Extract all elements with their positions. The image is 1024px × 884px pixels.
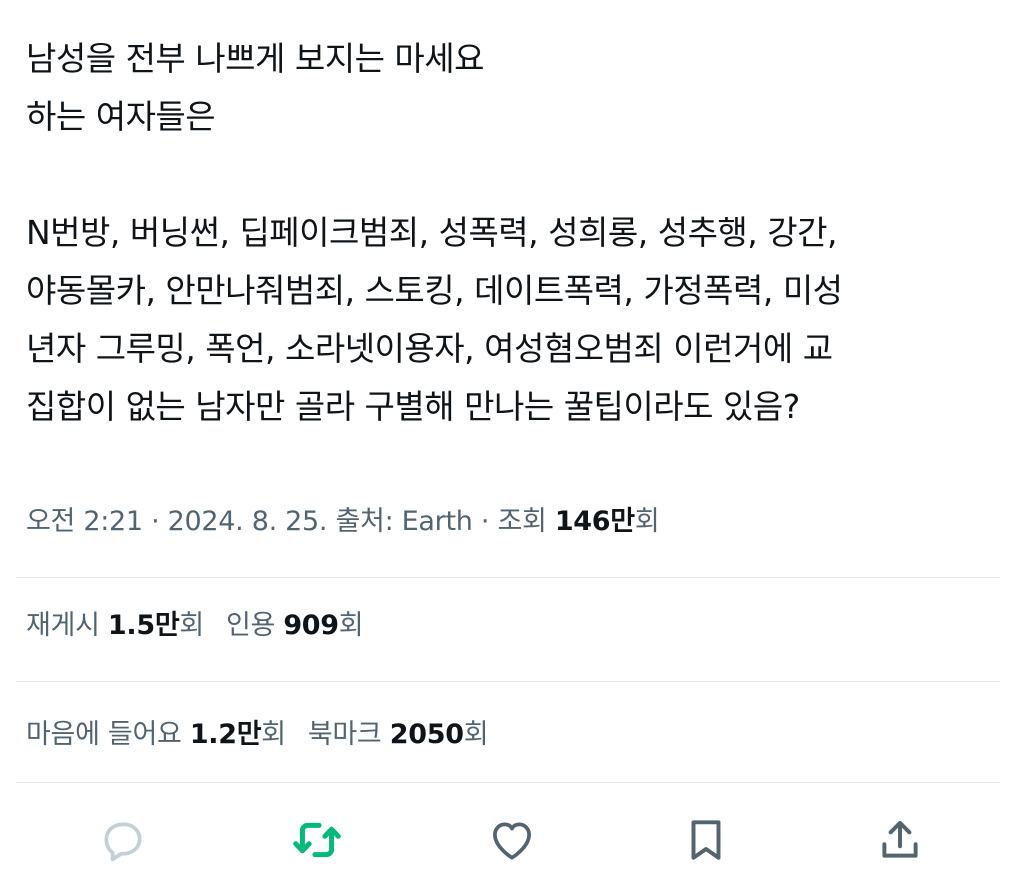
stats-row-reposts: 재게시 1.5만회 인용 909회 bbox=[26, 604, 364, 648]
quotes-count: 909 bbox=[283, 610, 339, 641]
reply-button[interactable] bbox=[95, 812, 151, 868]
tweet-line: 년자 그루밍, 폭언, 소라넷이용자, 여성혐오범죄 이런거에 교 bbox=[26, 329, 833, 368]
quotes-stat[interactable]: 인용 909회 bbox=[225, 610, 364, 641]
share-button[interactable] bbox=[872, 812, 928, 868]
views-label: 조회 bbox=[497, 506, 555, 537]
divider bbox=[16, 782, 1000, 783]
bookmarks-count: 2050 bbox=[389, 719, 464, 750]
reply-icon bbox=[104, 822, 142, 862]
views-suffix: 회 bbox=[634, 506, 660, 537]
divider bbox=[16, 577, 1000, 578]
stats-row-likes: 마음에 들어요 1.2만회 북마크 2050회 bbox=[26, 713, 489, 757]
retweet-button[interactable] bbox=[289, 812, 345, 868]
reposts-suffix: 회 bbox=[179, 610, 204, 641]
tweet-date[interactable]: 2024. 8. 25. bbox=[168, 506, 328, 537]
quotes-label: 인용 bbox=[225, 610, 284, 641]
likes-count: 1.2만 bbox=[189, 719, 262, 750]
heart-icon bbox=[493, 822, 531, 860]
tweet-line: 하는 여자들은 bbox=[26, 97, 216, 136]
reposts-stat[interactable]: 재게시 1.5만회 bbox=[26, 610, 204, 641]
tweet-text: 남성을 전부 나쁘게 보지는 마세요 하는 여자들은 N번방, 버닝썬, 딥페이… bbox=[26, 30, 1006, 436]
tweet-line: N번방, 버닝썬, 딥페이크범죄, 성폭력, 성희롱, 성추행, 강간, bbox=[26, 213, 837, 252]
bookmark-button[interactable] bbox=[678, 812, 734, 868]
likes-stat[interactable]: 마음에 들어요 1.2만회 bbox=[26, 719, 286, 750]
tweet-line: 집합이 없는 남자만 골라 구별해 만나는 꿀팁이라도 있음? bbox=[26, 387, 800, 426]
tweet-line: 남성을 전부 나쁘게 보지는 마세요 bbox=[26, 39, 485, 78]
tweet-time[interactable]: 오전 2:21 bbox=[26, 506, 143, 537]
quotes-suffix: 회 bbox=[338, 610, 364, 641]
reposts-count: 1.5만 bbox=[107, 610, 180, 641]
action-bar bbox=[0, 800, 1024, 880]
meta-separator: · bbox=[472, 506, 498, 537]
divider bbox=[16, 681, 1000, 682]
retweet-icon bbox=[293, 822, 341, 858]
bookmarks-stat[interactable]: 북마크 2050회 bbox=[307, 719, 489, 750]
bookmark-icon bbox=[691, 820, 721, 860]
likes-suffix: 회 bbox=[261, 719, 286, 750]
meta-separator: · bbox=[142, 506, 168, 537]
bookmarks-label: 북마크 bbox=[307, 719, 390, 750]
bookmarks-suffix: 회 bbox=[463, 719, 489, 750]
like-button[interactable] bbox=[484, 812, 540, 868]
tweet-source: 출처: Earth bbox=[327, 506, 473, 537]
reposts-label: 재게시 bbox=[26, 610, 108, 641]
likes-label: 마음에 들어요 bbox=[26, 719, 190, 750]
tweet-meta: 오전 2:21 · 2024. 8. 25. 출처: Earth · 조회 14… bbox=[26, 500, 660, 544]
tweet-line: 야동몰카, 안만나줘범죄, 스토킹, 데이트폭력, 가정폭력, 미성 bbox=[26, 271, 843, 310]
share-icon bbox=[882, 820, 918, 858]
views-count: 146만 bbox=[554, 506, 635, 537]
